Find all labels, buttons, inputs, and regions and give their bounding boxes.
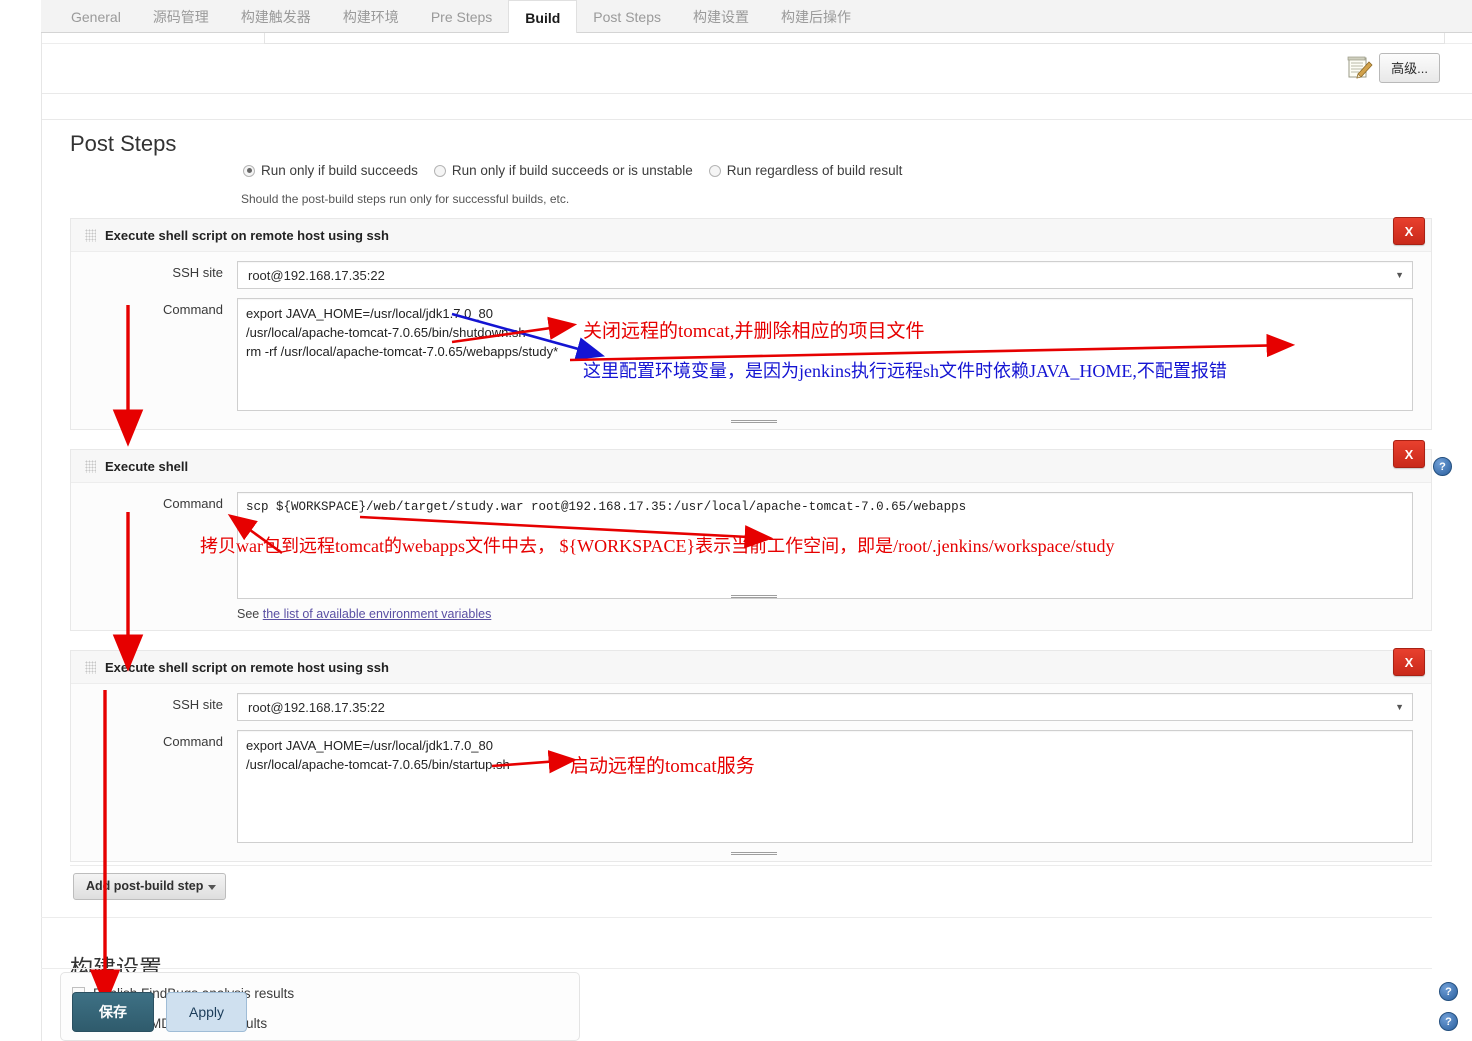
env-variables-prefix: See bbox=[237, 607, 263, 621]
post-steps-radio-label-1: Run only if build succeeds or is unstabl… bbox=[451, 163, 693, 178]
command-label-3: Command bbox=[163, 734, 223, 749]
tab-build[interactable]: Build bbox=[508, 0, 578, 34]
help-icon-pmd[interactable]: ? bbox=[1439, 1012, 1458, 1031]
command-label-1: Command bbox=[163, 302, 223, 317]
advanced-button-row: 高级... bbox=[42, 45, 1472, 93]
apply-button[interactable]: Apply bbox=[166, 992, 248, 1032]
chevron-down-icon: ▼ bbox=[1395, 702, 1404, 712]
divider bbox=[41, 917, 1432, 918]
add-post-build-step-button[interactable]: Add post-build step bbox=[73, 873, 227, 900]
post-steps-condition-radio-group: Run only if build succeeds Run only if bu… bbox=[243, 163, 918, 178]
post-steps-hint: Should the post-build steps run only for… bbox=[241, 192, 570, 206]
command-label-2: Command bbox=[163, 496, 223, 511]
ssh-site-label-1: SSH site bbox=[172, 265, 223, 280]
textarea-resize-grip-1[interactable] bbox=[731, 420, 777, 424]
ssh-site-row-3: SSH site root@192.168.17.35:22 ▼ bbox=[71, 684, 1431, 721]
advanced-button[interactable]: 高级... bbox=[1379, 53, 1440, 83]
chevron-down-icon bbox=[208, 885, 217, 890]
env-variables-row: See the list of available environment va… bbox=[71, 599, 1431, 631]
clipped-form-row-above bbox=[42, 33, 1472, 44]
command-textarea-2[interactable]: scp ${WORKSPACE}/web/target/study.war ro… bbox=[237, 492, 1413, 599]
build-step-panel-3: Execute shell script on remote host usin… bbox=[70, 650, 1432, 862]
add-post-build-step-row: Add post-build step bbox=[70, 865, 1432, 904]
post-steps-radio-label-2: Run regardless of build result bbox=[726, 163, 903, 178]
ssh-site-select-3[interactable]: root@192.168.17.35:22 ▼ bbox=[237, 693, 1413, 721]
tab-源码管理[interactable]: 源码管理 bbox=[137, 0, 225, 33]
build-step-panel-2: Execute shell Command scp ${WORKSPACE}/w… bbox=[70, 449, 1432, 631]
command-row-2: Command scp ${WORKSPACE}/web/target/stud… bbox=[71, 483, 1431, 599]
textarea-resize-grip-3[interactable] bbox=[731, 852, 777, 856]
add-post-build-step-label: Add post-build step bbox=[86, 879, 204, 893]
notepad-pencil-icon bbox=[1347, 56, 1373, 80]
post-steps-radio-label-0: Run only if build succeeds bbox=[261, 163, 418, 178]
build-step-1-header: Execute shell script on remote host usin… bbox=[71, 219, 1431, 252]
chevron-down-icon: ▼ bbox=[1395, 270, 1404, 280]
tab-构建设置[interactable]: 构建设置 bbox=[677, 0, 765, 33]
post-steps-radio-2[interactable]: Run regardless of build result bbox=[708, 163, 903, 178]
build-step-panel-1: Execute shell script on remote host usin… bbox=[70, 218, 1432, 430]
ssh-site-row-1: SSH site root@192.168.17.35:22 ▼ bbox=[71, 252, 1431, 289]
command-row-3: Command export JAVA_HOME=/usr/local/jdk1… bbox=[71, 721, 1431, 843]
divider bbox=[42, 93, 1472, 94]
delete-step-button-3[interactable]: X bbox=[1393, 648, 1425, 676]
tab-构建环境[interactable]: 构建环境 bbox=[327, 0, 415, 33]
build-step-3-title: Execute shell script on remote host usin… bbox=[105, 659, 389, 675]
form-footer-buttons: 保存 Apply bbox=[72, 992, 248, 1032]
radio-indicator bbox=[433, 164, 446, 177]
tab-general[interactable]: General bbox=[55, 0, 137, 33]
ssh-site-select-1[interactable]: root@192.168.17.35:22 ▼ bbox=[237, 261, 1413, 289]
drag-handle-icon[interactable] bbox=[85, 228, 96, 242]
command-textarea-1[interactable]: export JAVA_HOME=/usr/local/jdk1.7.0_80 … bbox=[237, 298, 1413, 411]
ssh-site-value-1: root@192.168.17.35:22 bbox=[248, 267, 385, 283]
save-button[interactable]: 保存 bbox=[72, 992, 154, 1032]
post-steps-radio-0[interactable]: Run only if build succeeds bbox=[243, 163, 418, 178]
drag-handle-icon[interactable] bbox=[85, 660, 96, 674]
command-textarea-3[interactable]: export JAVA_HOME=/usr/local/jdk1.7.0_80 … bbox=[237, 730, 1413, 843]
build-step-2-header: Execute shell bbox=[71, 450, 1431, 483]
build-step-3-header: Execute shell script on remote host usin… bbox=[71, 651, 1431, 684]
tab-构建后操作[interactable]: 构建后操作 bbox=[765, 0, 867, 33]
build-step-1-title: Execute shell script on remote host usin… bbox=[105, 227, 389, 243]
env-variables-link[interactable]: the list of available environment variab… bbox=[263, 607, 492, 621]
ssh-site-value-3: root@192.168.17.35:22 bbox=[248, 699, 385, 715]
post-steps-radio-1[interactable]: Run only if build succeeds or is unstabl… bbox=[433, 163, 693, 178]
divider bbox=[42, 119, 1472, 120]
help-icon-findbugs[interactable]: ? bbox=[1439, 982, 1458, 1001]
command-row-1: Command export JAVA_HOME=/usr/local/jdk1… bbox=[71, 289, 1431, 411]
radio-indicator bbox=[708, 164, 721, 177]
radio-indicator bbox=[243, 164, 255, 177]
drag-handle-icon[interactable] bbox=[85, 459, 96, 473]
post-steps-title: Post Steps bbox=[70, 131, 177, 157]
delete-step-button-2[interactable]: X bbox=[1393, 440, 1425, 468]
build-step-2-title: Execute shell bbox=[105, 458, 189, 474]
tab-构建触发器[interactable]: 构建触发器 bbox=[225, 0, 327, 33]
config-tab-bar: General 源码管理 构建触发器 构建环境 Pre Steps Build Post S… bbox=[41, 0, 1472, 34]
tab-post-steps[interactable]: Post Steps bbox=[577, 0, 677, 33]
ssh-site-label-3: SSH site bbox=[172, 697, 223, 712]
delete-step-button-1[interactable]: X bbox=[1393, 217, 1425, 245]
divider bbox=[41, 968, 1432, 969]
help-icon-step-2[interactable]: ? bbox=[1433, 457, 1452, 476]
tab-pre-steps[interactable]: Pre Steps bbox=[415, 0, 508, 33]
